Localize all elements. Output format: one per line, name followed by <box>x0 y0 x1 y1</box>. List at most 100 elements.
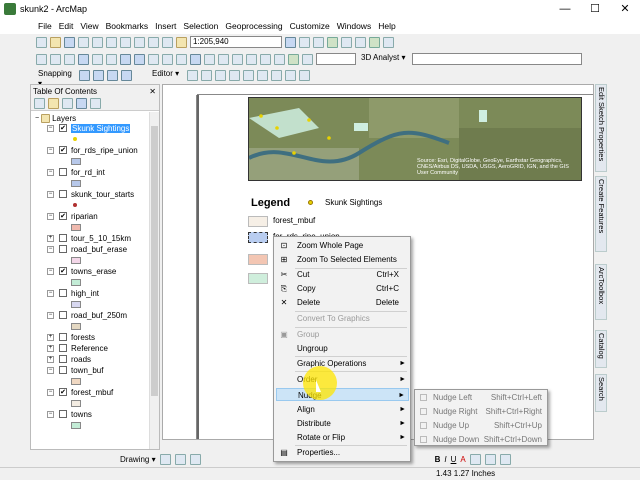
editor-menu[interactable]: Editor ▾ <box>150 69 184 81</box>
layer-visibility-checkbox[interactable] <box>59 344 67 352</box>
menu-item-copy[interactable]: ⎘ Copy Ctrl+C <box>276 282 409 295</box>
layer-symbol[interactable] <box>31 179 149 190</box>
copy-icon[interactable] <box>106 36 117 48</box>
expand-icon[interactable]: + <box>47 235 54 242</box>
menu-item-convert-to-graphics[interactable]: Convert To Graphics <box>276 312 409 325</box>
clear-selection-icon[interactable] <box>162 53 173 65</box>
menu-view[interactable]: View <box>80 21 105 31</box>
menu-item-nudge-right[interactable]: Nudge Right Shift+Ctrl+Right <box>417 405 546 418</box>
editor-toolbar-icon[interactable] <box>285 36 296 48</box>
menu-customize[interactable]: Customize <box>290 21 337 31</box>
edit-tool-icon[interactable] <box>187 69 198 81</box>
menu-item-nudge[interactable]: Nudge► <box>276 388 409 401</box>
identify-icon[interactable] <box>190 53 201 65</box>
new-document-icon[interactable] <box>36 36 47 48</box>
menu-insert[interactable]: Insert <box>155 21 183 31</box>
forward-extent-icon[interactable] <box>134 53 145 65</box>
tab-catalog[interactable]: Catalog <box>595 330 607 368</box>
vertex-snapping-icon[interactable] <box>107 69 118 81</box>
toc-layer-row[interactable]: − road_buf_250m <box>31 311 149 322</box>
layer-name[interactable]: tour_5_10_15km <box>71 234 131 243</box>
layer-visibility-checkbox[interactable]: ✔ <box>59 146 67 154</box>
expand-icon[interactable]: + <box>47 334 54 341</box>
menu-item-cut[interactable]: ✂ Cut Ctrl+X <box>276 268 409 281</box>
delete-icon[interactable] <box>134 36 145 48</box>
3d-analyst-layer-combo[interactable] <box>412 53 582 65</box>
menu-item-zoom-to-selected[interactable]: ⊞ Zoom To Selected Elements <box>276 253 409 266</box>
toc-layer-row[interactable]: − town_buf <box>31 366 149 377</box>
menu-item-nudge-down[interactable]: Nudge Down Shift+Ctrl+Down <box>417 433 546 446</box>
add-data-icon[interactable] <box>176 36 187 48</box>
create-viewer-icon[interactable] <box>302 53 313 65</box>
layer-visibility-checkbox[interactable] <box>59 311 67 319</box>
collapse-icon[interactable]: − <box>47 125 54 132</box>
python-window-icon[interactable] <box>355 36 366 48</box>
tab-arctoolbox[interactable]: ArcToolbox <box>595 264 607 320</box>
map-frame[interactable]: Source: Esri, DigitalGlobe, GeoEye, Eart… <box>248 97 582 181</box>
menu-bookmarks[interactable]: Bookmarks <box>106 21 156 31</box>
collapse-icon[interactable]: − <box>47 312 54 319</box>
sketch-properties-icon[interactable] <box>299 69 310 81</box>
pan-icon[interactable] <box>64 53 75 65</box>
layer-symbol[interactable] <box>31 399 149 410</box>
menu-item-distribute[interactable]: Distribute ► <box>276 417 409 430</box>
fixed-zoom-out-icon[interactable] <box>106 53 117 65</box>
trace-icon[interactable] <box>229 69 240 81</box>
toc-layer-row[interactable]: + Reference <box>31 344 149 355</box>
list-by-source-icon[interactable] <box>48 98 59 109</box>
layer-name[interactable]: towns_erase <box>71 267 116 276</box>
layer-visibility-checkbox[interactable] <box>59 410 67 418</box>
open-folder-icon[interactable] <box>50 36 61 48</box>
layer-visibility-checkbox[interactable] <box>59 245 67 253</box>
layer-name[interactable]: skunk_tour_starts <box>71 190 134 199</box>
toc-layer-row[interactable]: − ✔ riparian <box>31 212 149 223</box>
toc-layer-row[interactable]: − ✔ Skunk Sightings <box>31 124 149 135</box>
layer-visibility-checkbox[interactable] <box>59 366 67 374</box>
zoom-out-icon[interactable] <box>50 53 61 65</box>
menu-geoprocessing[interactable]: Geoprocessing <box>225 21 289 31</box>
layer-visibility-checkbox[interactable] <box>59 355 67 363</box>
drawing-menu[interactable]: Drawing ▾ <box>120 455 156 464</box>
marker-color-icon[interactable] <box>499 453 511 465</box>
list-by-visibility-icon[interactable] <box>62 98 73 109</box>
list-by-selection-icon[interactable] <box>76 98 87 109</box>
collapse-icon[interactable]: − <box>47 389 54 396</box>
tab-edit-sketch-properties[interactable]: Edit Sketch Properties <box>595 84 607 172</box>
menu-item-order[interactable]: Order► <box>276 373 409 386</box>
menu-item-zoom-whole-page[interactable]: ⊡ Zoom Whole Page <box>276 239 409 252</box>
menu-item-nudge-up[interactable]: Nudge Up Shift+Ctrl+Up <box>417 419 546 432</box>
collapse-icon[interactable]: − <box>47 268 54 275</box>
layer-name[interactable]: high_int <box>71 289 99 298</box>
layer-symbol[interactable] <box>31 421 149 432</box>
save-icon[interactable] <box>64 36 75 48</box>
layer-name[interactable]: for_rds_ripe_union <box>71 146 138 155</box>
split-tool-icon[interactable] <box>257 69 268 81</box>
menu-item-graphic-operations[interactable]: Graphic Operations ► <box>276 357 409 370</box>
layer-symbol[interactable] <box>31 377 149 388</box>
font-color-button[interactable]: A <box>460 455 465 464</box>
edge-snapping-icon[interactable] <box>121 69 132 81</box>
select-elements-tool-icon[interactable] <box>159 453 171 465</box>
collapse-icon[interactable]: − <box>47 169 54 176</box>
collapse-icon[interactable]: − <box>47 246 54 253</box>
back-extent-icon[interactable] <box>120 53 131 65</box>
collapse-icon[interactable]: − <box>47 191 54 198</box>
full-extent-icon[interactable] <box>78 53 89 65</box>
layer-visibility-checkbox[interactable]: ✔ <box>59 388 67 396</box>
toc-scrollbar[interactable] <box>149 112 159 449</box>
fixed-zoom-in-icon[interactable] <box>92 53 103 65</box>
rotate-element-icon[interactable] <box>174 453 186 465</box>
layer-visibility-checkbox[interactable] <box>59 333 67 341</box>
toc-layer-row[interactable]: − high_int <box>31 289 149 300</box>
collapse-icon[interactable]: − <box>47 411 54 418</box>
tab-create-features[interactable]: Create Features <box>595 176 607 252</box>
measure-icon[interactable] <box>232 53 243 65</box>
collapse-icon[interactable]: − <box>35 115 39 122</box>
collapse-icon[interactable]: − <box>47 213 54 220</box>
layer-visibility-checkbox[interactable] <box>59 289 67 297</box>
table-of-contents-icon[interactable] <box>299 36 310 48</box>
toc-layer-row[interactable]: − skunk_tour_starts <box>31 190 149 201</box>
layer-symbol[interactable] <box>31 300 149 311</box>
toc-layer-row[interactable]: + roads <box>31 355 149 366</box>
fill-color-icon[interactable] <box>469 453 481 465</box>
